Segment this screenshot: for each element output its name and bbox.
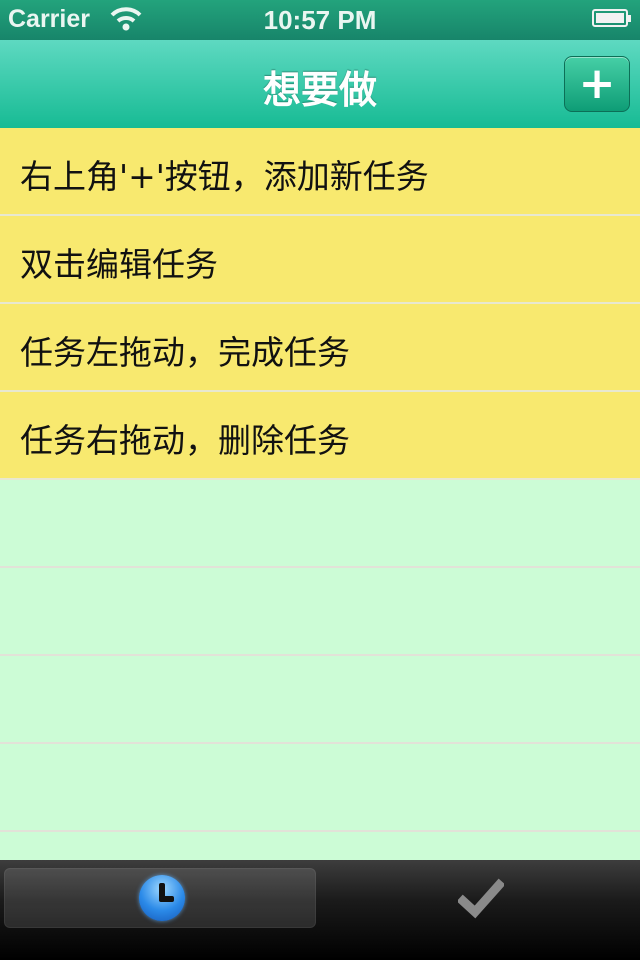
tab-todo[interactable] bbox=[4, 868, 316, 928]
status-bar: Carrier 10:57 PM bbox=[0, 0, 640, 40]
task-row[interactable]: 任务右拖动，删除任务 bbox=[0, 392, 640, 480]
task-list: 右上角'+'按钮，添加新任务 双击编辑任务 任务左拖动，完成任务 任务右拖动，删… bbox=[0, 128, 640, 860]
clock-icon bbox=[139, 875, 185, 921]
task-row[interactable]: 任务左拖动，完成任务 bbox=[0, 304, 640, 392]
task-label: 右上角'+'按钮，添加新任务 bbox=[20, 157, 429, 196]
tab-bar bbox=[0, 860, 640, 960]
task-row[interactable]: 双击编辑任务 bbox=[0, 216, 640, 304]
status-time: 10:57 PM bbox=[263, 5, 377, 35]
empty-row bbox=[0, 656, 640, 744]
plus-icon: + bbox=[578, 58, 616, 109]
empty-row bbox=[0, 744, 640, 832]
task-label: 任务左拖动，完成任务 bbox=[20, 333, 350, 372]
page-title: 想要做 bbox=[262, 68, 377, 112]
navigation-bar: 想要做 + bbox=[0, 40, 640, 129]
task-label: 双击编辑任务 bbox=[20, 245, 218, 284]
tab-done[interactable] bbox=[324, 868, 636, 928]
empty-row bbox=[0, 480, 640, 568]
battery-icon bbox=[592, 9, 631, 27]
task-row[interactable]: 右上角'+'按钮，添加新任务 bbox=[0, 128, 640, 216]
checkmark-icon bbox=[458, 878, 504, 919]
empty-row bbox=[0, 568, 640, 656]
add-task-button[interactable]: + bbox=[564, 56, 630, 112]
task-label: 任务右拖动，删除任务 bbox=[20, 421, 350, 460]
